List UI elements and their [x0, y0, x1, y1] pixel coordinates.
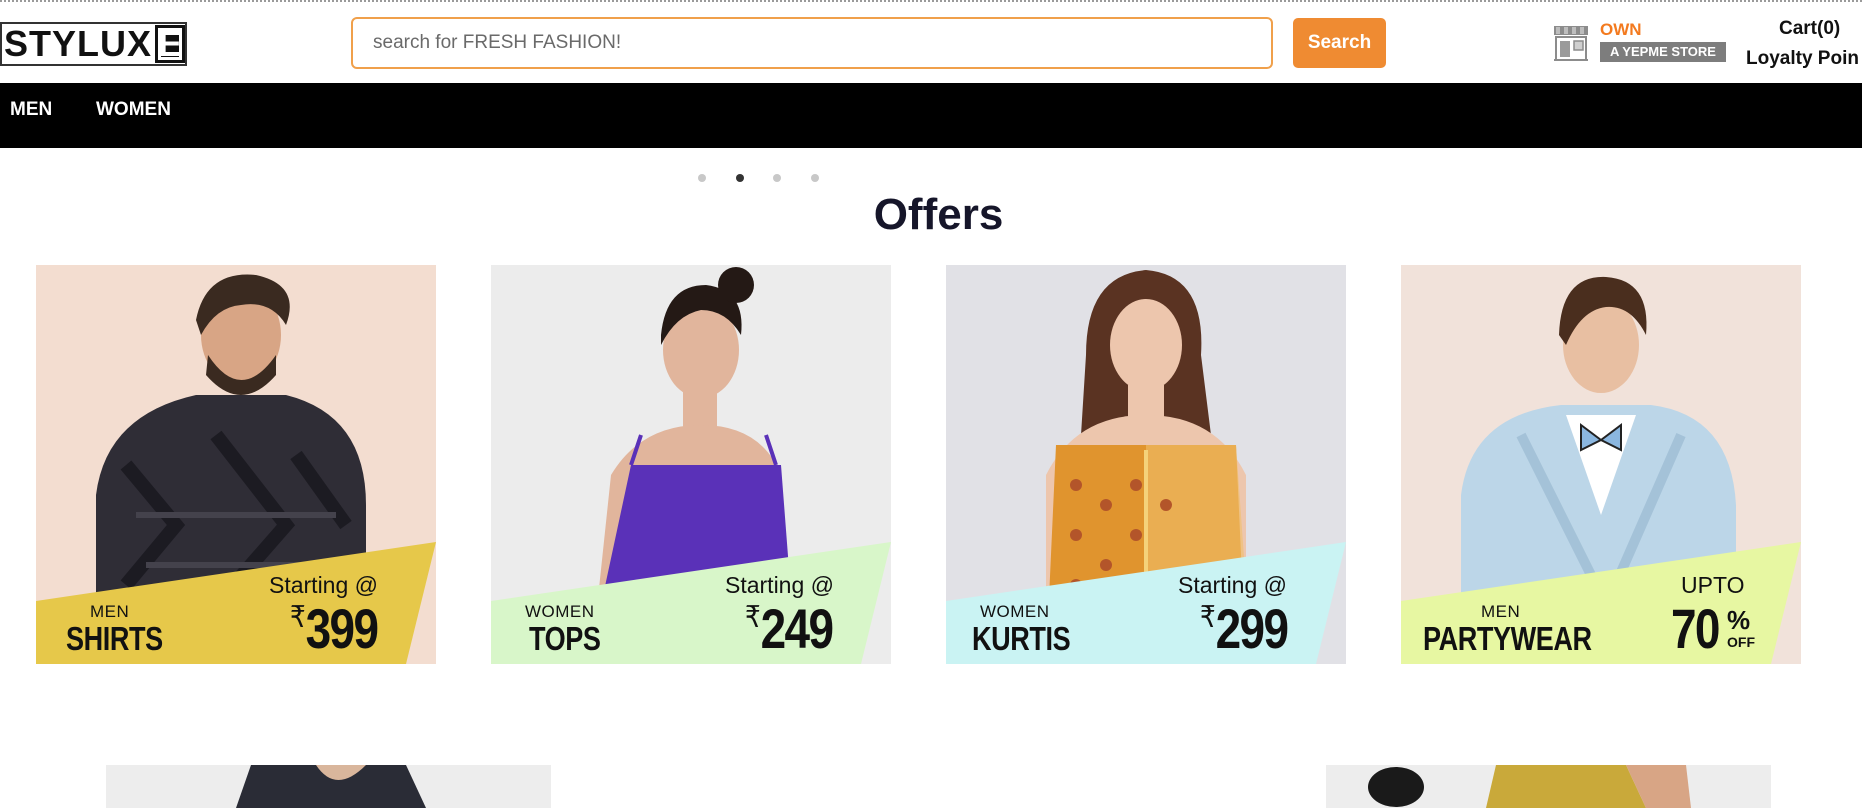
- banner-image-right-art: [1326, 765, 1771, 808]
- carousel-dot-active[interactable]: [736, 174, 744, 182]
- offer-card-women-kurtis[interactable]: WOMEN KURTIS Starting @ ₹299: [946, 265, 1346, 664]
- offer-category: MEN: [1481, 602, 1521, 621]
- carousel-dot[interactable]: [698, 174, 706, 182]
- offer-price: ₹399: [290, 596, 379, 661]
- rupee-symbol: ₹: [290, 601, 306, 634]
- nav-item-men[interactable]: MEN: [10, 83, 52, 148]
- banner-image-left[interactable]: [106, 765, 551, 808]
- carousel-dots: [0, 174, 1862, 184]
- offer-pre-text: Starting @: [269, 572, 379, 598]
- offer-category: WOMEN: [980, 602, 1050, 621]
- loyalty-points-link[interactable]: Loyalty Poin: [1746, 48, 1859, 70]
- offer-price-value: 249: [760, 597, 834, 660]
- cart-link[interactable]: Cart(0): [1779, 18, 1840, 40]
- offer-percent-sign: %: [1727, 605, 1751, 635]
- offer-product: KURTIS: [972, 620, 1071, 657]
- offer-price: ₹299: [1200, 596, 1289, 661]
- main-nav: MEN WOMEN: [0, 83, 1862, 148]
- site-header: STYLUX E Search OWN A YEPME STORE Cart(0…: [0, 0, 1862, 83]
- offer-category: MEN: [90, 602, 130, 621]
- carousel-dot[interactable]: [811, 174, 819, 182]
- offers-heading: Offers: [873, 190, 1004, 239]
- rupee-symbol: ₹: [1200, 601, 1216, 634]
- offer-pre-text: UPTO: [1681, 572, 1745, 598]
- search-button[interactable]: Search: [1293, 18, 1386, 68]
- offer-product: TOPS: [529, 620, 601, 657]
- offer-category: WOMEN: [525, 602, 595, 621]
- logo-letter-box: E: [155, 23, 186, 64]
- carousel-dot[interactable]: [773, 174, 781, 182]
- offer-pre-text: Starting @: [1178, 572, 1288, 598]
- banner-image-right[interactable]: [1326, 765, 1771, 808]
- search-input[interactable]: [351, 17, 1273, 69]
- nav-item-women[interactable]: WOMEN: [96, 83, 171, 148]
- offer-product: SHIRTS: [66, 620, 163, 657]
- offer-card-men-partywear[interactable]: MEN PARTYWEAR UPTO 70 % OFF: [1401, 265, 1801, 664]
- offer-card-women-tops[interactable]: WOMEN TOPS Starting @ ₹249: [491, 265, 891, 664]
- offer-card-men-shirts[interactable]: MEN SHIRTS Starting @ ₹399: [36, 265, 436, 664]
- rupee-symbol: ₹: [745, 601, 761, 634]
- yepme-store-badge[interactable]: A YEPME STORE: [1600, 42, 1726, 62]
- site-logo[interactable]: STYLUX E: [0, 22, 187, 66]
- offer-price-value: 299: [1215, 597, 1289, 660]
- banner-image-left-art: [106, 765, 551, 808]
- offer-discount-value: 70: [1671, 597, 1720, 660]
- store-icon[interactable]: [1552, 24, 1590, 62]
- offer-price-value: 399: [305, 597, 379, 660]
- store-own-label[interactable]: OWN: [1600, 20, 1642, 40]
- offer-off-label: OFF: [1727, 634, 1755, 650]
- logo-text: STYLUX: [4, 23, 153, 64]
- offer-product: PARTYWEAR: [1423, 620, 1592, 657]
- offer-pre-text: Starting @: [725, 572, 835, 598]
- offer-discount: 70: [1671, 596, 1720, 661]
- offer-price: ₹249: [745, 596, 834, 661]
